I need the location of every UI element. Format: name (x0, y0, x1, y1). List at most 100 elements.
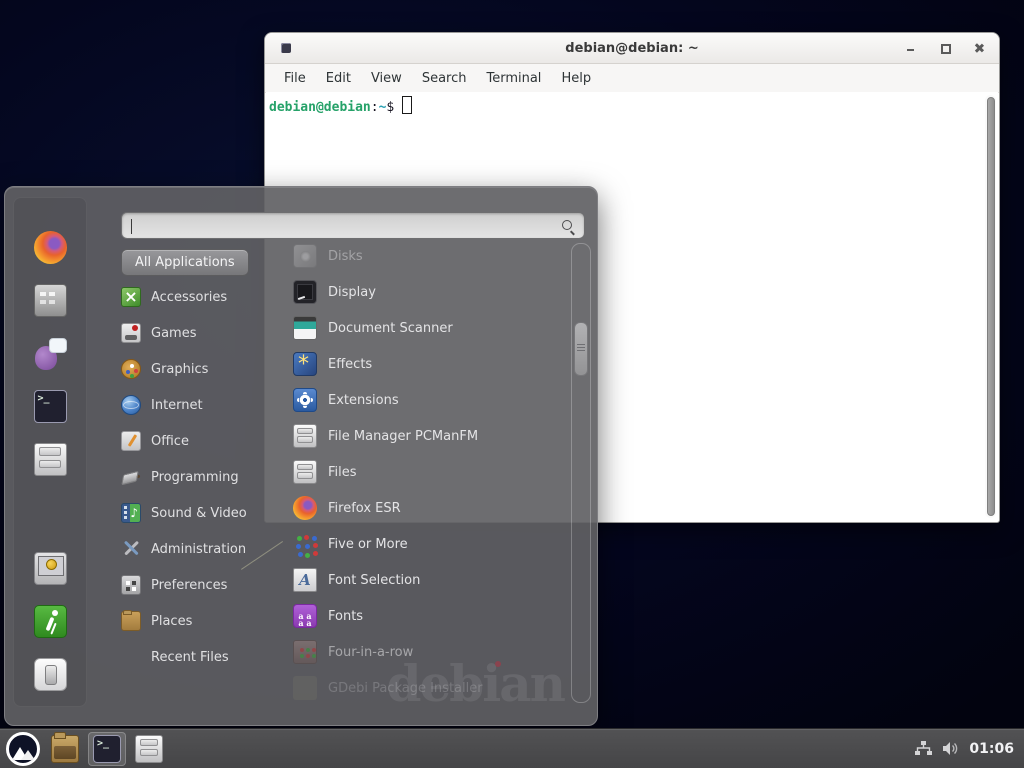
accessories-icon (121, 287, 141, 307)
terminal-scrollbar[interactable] (985, 95, 996, 518)
scanner-icon (293, 316, 317, 340)
category-all-applications[interactable]: All Applications (121, 249, 249, 276)
app-file-manager-pcmanfm[interactable]: File Manager PCManFM (287, 418, 571, 454)
folder-icon (51, 735, 79, 763)
category-label: Administration (151, 542, 246, 557)
applications-list: Disks Display Document Scanner Effects Exten… (287, 238, 571, 708)
terminal-menu-help[interactable]: Help (553, 68, 599, 89)
category-recent-files[interactable]: Recent Files (121, 639, 281, 675)
favorite-firefox[interactable] (31, 230, 69, 264)
app-label: Effects (328, 357, 372, 372)
taskbar-menubtn-button[interactable] (4, 732, 42, 766)
app-label: Extensions (328, 393, 399, 408)
extensions-icon (293, 388, 317, 412)
app-display[interactable]: Display (287, 274, 571, 310)
window-controls (905, 33, 985, 63)
app-label: Display (328, 285, 376, 300)
category-programming[interactable]: Programming (121, 459, 281, 495)
close-button[interactable] (973, 42, 985, 54)
favorite-terminal[interactable] (31, 389, 69, 423)
volume-icon[interactable] (942, 741, 959, 756)
programming-icon (121, 467, 141, 487)
app-fonts[interactable]: Fonts (287, 598, 571, 634)
maximize-button[interactable] (939, 42, 951, 54)
packages-icon (34, 284, 67, 317)
menu-search-input[interactable] (122, 213, 584, 238)
category-internet[interactable]: Internet (121, 387, 281, 423)
favorite-packages[interactable] (31, 283, 69, 317)
app-font-selection[interactable]: Font Selection (287, 562, 571, 598)
category-games[interactable]: Games (121, 315, 281, 351)
app-five-or-more[interactable]: Five or More (287, 526, 571, 562)
category-places[interactable]: Places (121, 603, 281, 639)
category-accessories[interactable]: Accessories (121, 279, 281, 315)
shutdown-icon (34, 658, 67, 691)
terminal-menu-view[interactable]: View (363, 68, 410, 89)
system-tray: 01:06 (915, 741, 1024, 757)
network-icon[interactable] (915, 741, 932, 756)
menu-scrollbar-thumb[interactable] (574, 322, 588, 376)
file-cabinet-icon (293, 424, 317, 448)
screensaver-icon (34, 552, 67, 585)
terminal-scrollbar-thumb[interactable] (987, 97, 995, 516)
graphics-icon (121, 359, 141, 379)
terminal-prompt: debian@debian:~$ (269, 96, 412, 115)
five-or-more-icon (293, 532, 317, 556)
app-label: File Manager PCManFM (328, 429, 478, 444)
terminal-cursor (402, 96, 412, 114)
pidgin-icon (34, 337, 67, 370)
category-label: Graphics (151, 362, 208, 377)
app-effects[interactable]: Effects (287, 346, 571, 382)
session-logout[interactable] (31, 604, 69, 638)
fonts-icon (293, 604, 317, 628)
minimize-button[interactable] (905, 42, 917, 54)
watermark-red-dot (495, 661, 501, 667)
app-extensions[interactable]: Extensions (287, 382, 571, 418)
app-label: Five or More (328, 537, 408, 552)
clock[interactable]: 01:06 (969, 741, 1014, 757)
font-selection-icon (293, 568, 317, 592)
places-icon (121, 611, 141, 631)
text-caret (131, 219, 132, 234)
app-label: Font Selection (328, 573, 420, 588)
internet-icon (121, 395, 141, 415)
category-graphics[interactable]: Graphics (121, 351, 281, 387)
favorite-pidgin[interactable] (31, 336, 69, 370)
app-label: Files (328, 465, 357, 480)
taskbar-file-cabinet-button[interactable] (130, 732, 168, 766)
office-icon (121, 431, 141, 451)
category-office[interactable]: Office (121, 423, 281, 459)
category-administration[interactable]: Administration (121, 531, 281, 567)
menu-scrollbar[interactable] (571, 243, 591, 703)
file-cabinet-icon (135, 735, 163, 763)
category-label: Recent Files (151, 650, 229, 665)
category-label: Places (151, 614, 192, 629)
taskbar-launchers (0, 732, 168, 766)
taskbar-terminal-button[interactable] (88, 732, 126, 766)
terminal-icon (34, 390, 67, 423)
terminal-menu-edit[interactable]: Edit (318, 68, 359, 89)
terminal-menu-file[interactable]: File (276, 68, 314, 89)
category-label: Games (151, 326, 196, 341)
app-firefox-esr[interactable]: Firefox ESR (287, 490, 571, 526)
app-files[interactable]: Files (287, 454, 571, 490)
taskbar-folder-button[interactable] (46, 732, 84, 766)
category-preferences[interactable]: Preferences (121, 567, 281, 603)
app-document-scanner[interactable]: Document Scanner (287, 310, 571, 346)
app-disks[interactable]: Disks (287, 238, 571, 274)
terminal-menu-terminal[interactable]: Terminal (478, 68, 549, 89)
terminal-titlebar[interactable]: debian@debian: ~ (265, 33, 999, 64)
desktop: debian@debian: ~ FileEditViewSearchTermi… (0, 0, 1024, 768)
firefox-icon (293, 496, 317, 520)
search-icon (561, 219, 576, 234)
favorite-file-cabinet[interactable] (31, 442, 69, 476)
terminal-menu-search[interactable]: Search (414, 68, 475, 89)
menu-search[interactable] (121, 212, 585, 239)
category-sound-video[interactable]: Sound & Video (121, 495, 281, 531)
category-label: Programming (151, 470, 239, 485)
session-shutdown[interactable] (31, 657, 69, 691)
debian-watermark: debian (387, 654, 564, 713)
taskbar: 01:06 (0, 728, 1024, 768)
session-screensaver[interactable] (31, 551, 69, 585)
application-menu: All Applications Accessories Games Graphic… (4, 186, 598, 726)
